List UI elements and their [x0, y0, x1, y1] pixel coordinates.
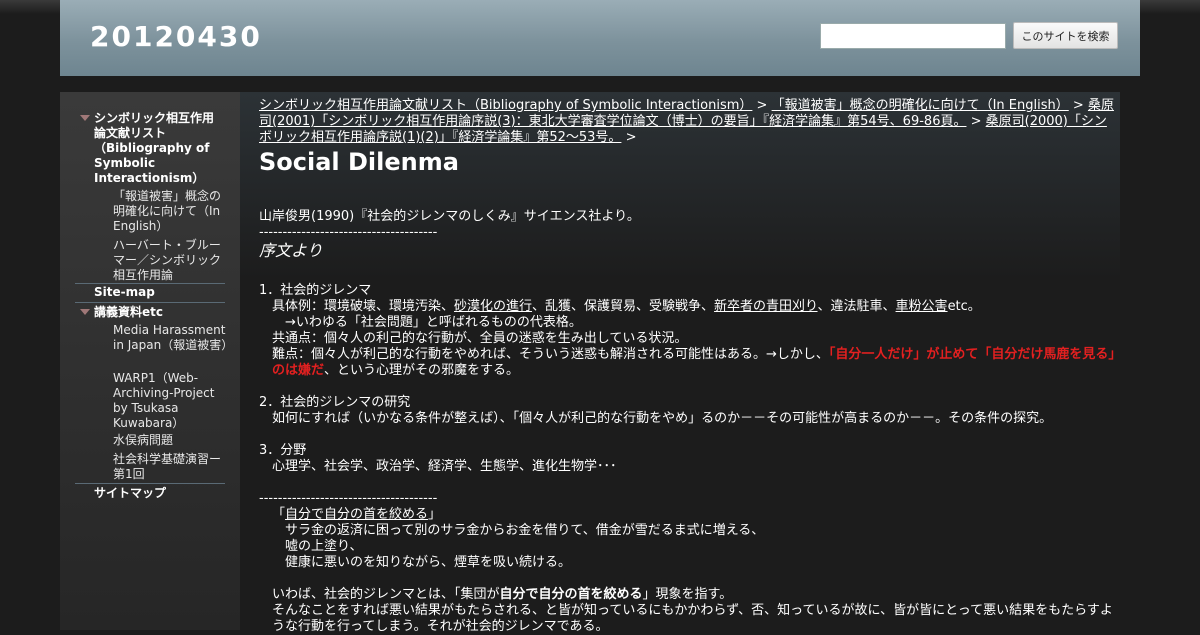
- breadcrumb-link[interactable]: 「報道被害」概念の明確化に向けて（In English）: [772, 98, 1069, 113]
- paragraph: 健康に悪いのを知りながら、煙草を吸い続ける。: [285, 555, 572, 570]
- text-span: 」: [428, 507, 442, 522]
- search-input[interactable]: [820, 23, 1006, 49]
- sidebar-item-lecture-materials[interactable]: 講義資料etc: [94, 305, 224, 320]
- text-span: etc。: [947, 299, 981, 314]
- text-span: 」現象を指す。: [642, 587, 733, 602]
- paragraph: 嘘の上塗り、: [285, 539, 363, 554]
- text-span: 具体例：環境破壊、環境汚染、: [272, 299, 455, 314]
- main-content: シンボリック相互作用論文献リスト（Bibliography of Symboli…: [240, 92, 1120, 634]
- breadcrumb-separator: >: [970, 114, 982, 129]
- text-span: 、という心理がその邪魔をする。: [324, 363, 520, 378]
- text-span: 「: [272, 507, 286, 522]
- sidebar-item-warp1[interactable]: WARP1（Web-Archiving-Project by Tsukasa K…: [113, 371, 231, 431]
- paragraph: そんなことをすれば悪い結果がもたらされる、と皆が知っているにもかかわらず、否、知…: [272, 603, 1113, 634]
- divider-rule: --------------------------------------: [259, 225, 438, 240]
- sidebar-item-seminar[interactable]: 社会科学基礎演習ー第1回: [113, 452, 231, 482]
- paragraph: 具体例：環境破壊、環境汚染、砂漠化の進行、乱獲、保護貿易、受験戦争、新卒者の青田…: [259, 299, 1119, 315]
- collapse-triangle-icon[interactable]: [80, 309, 90, 315]
- page-title: Social Dilenma: [259, 148, 459, 176]
- inline-link[interactable]: 車粉公害: [896, 299, 948, 314]
- inline-link[interactable]: 自分で自分の首を絞める: [285, 507, 428, 522]
- inline-link[interactable]: 新卒者の青田刈り: [714, 299, 817, 314]
- paragraph: →いわゆる「社会問題」と呼ばれるものの代表格。: [285, 315, 582, 330]
- paragraph: 「自分で自分の首を絞める」: [259, 507, 1119, 523]
- text-span: 、違法駐車、: [817, 299, 896, 314]
- site-header: 20120430 このサイトを検索: [60, 0, 1140, 76]
- paragraph: いわば、社会的ジレンマとは、「集団が自分で自分の首を絞める」現象を指す。: [259, 587, 1119, 603]
- search-button[interactable]: このサイトを検索: [1013, 22, 1118, 49]
- sidebar-divider: [75, 283, 225, 284]
- sidebar-item-site-map[interactable]: Site-map: [94, 285, 224, 300]
- sidebar-item-media-harassment[interactable]: Media Harassment in Japan（報道被害）: [113, 323, 233, 353]
- text-span: 難点：個々人が利己的な行動をやめれば、そういう迷惑も解消される可能性はある。→し…: [272, 347, 829, 362]
- sidebar-item-media-harm-concept[interactable]: 「報道被害」概念の明確化に向けて（In English）: [113, 189, 231, 234]
- text-span: 、乱獲、保護貿易、受験戦争、: [532, 299, 715, 314]
- source-citation: 山岸俊男(1990)『社会的ジレンマのしくみ』サイエンス社より。: [259, 209, 640, 224]
- section-heading: 3．分野: [259, 443, 307, 458]
- article-body: 山岸俊男(1990)『社会的ジレンマのしくみ』サイエンス社より。 -------…: [259, 209, 1119, 635]
- paragraph: 心理学、社会学、政治学、経済学、生態学、進化生物学･･･: [272, 459, 617, 474]
- breadcrumb: シンボリック相互作用論文献リスト（Bibliography of Symboli…: [259, 98, 1114, 146]
- sidebar-nav: シンボリック相互作用論文献リスト（Bibliography of Symboli…: [60, 92, 240, 630]
- collapse-triangle-icon[interactable]: [80, 115, 90, 121]
- paragraph: 難点：個々人が利己的な行動をやめれば、そういう迷惑も解消される可能性はある。→し…: [259, 347, 1119, 379]
- sidebar-item-sitemap-jp[interactable]: サイトマップ: [94, 486, 224, 501]
- section-heading: 序文より: [259, 241, 323, 260]
- sidebar-item-minamata[interactable]: 水俣病問題: [113, 433, 231, 448]
- sidebar-divider: [75, 302, 225, 303]
- breadcrumb-separator: >: [625, 130, 637, 145]
- paragraph: サラ金の返済に困って別のサラ金からお金を借りて、借金が雪だるま式に増える、: [285, 523, 765, 538]
- sidebar-item-blumer[interactable]: ハーバート・ブルーマー／シンボリック相互作用論: [113, 238, 231, 283]
- section-heading: 1．社会的ジレンマ: [259, 283, 372, 298]
- breadcrumb-separator: >: [1072, 98, 1084, 113]
- sidebar-item-bibliography[interactable]: シンボリック相互作用論文献リスト（Bibliography of Symboli…: [94, 111, 224, 186]
- paragraph: 如何にすれば（いかなる条件が整えば）、「個々人が利己的な行動をやめ」るのか－－そ…: [272, 411, 1053, 426]
- text-span: いわば、社会的ジレンマとは、「集団が: [272, 587, 500, 602]
- divider-rule: --------------------------------------: [259, 491, 438, 506]
- inline-link[interactable]: 砂漠化の進行: [454, 299, 532, 314]
- paragraph: 共通点：個々人の利己的な行動が、全員の迷惑を生み出している状況。: [272, 331, 688, 346]
- sidebar-divider: [75, 483, 225, 484]
- breadcrumb-separator: >: [756, 98, 768, 113]
- section-heading: 2．社会的ジレンマの研究: [259, 395, 411, 410]
- breadcrumb-link[interactable]: シンボリック相互作用論文献リスト（Bibliography of Symboli…: [259, 98, 752, 113]
- bold-text: 自分で自分の首を絞める: [499, 587, 643, 602]
- site-title[interactable]: 20120430: [90, 20, 262, 53]
